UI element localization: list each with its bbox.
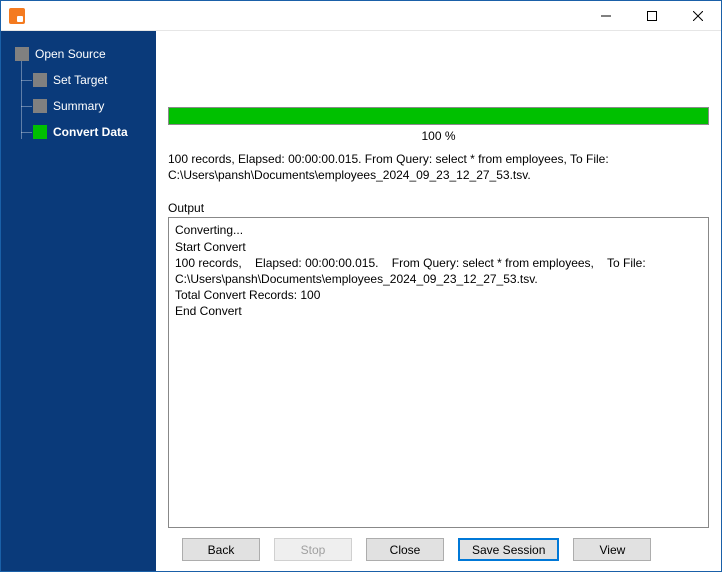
sidebar-item-label: Summary xyxy=(53,99,104,113)
sidebar-item-label: Open Source xyxy=(35,47,106,61)
maximize-button[interactable] xyxy=(629,1,675,31)
stop-button: Stop xyxy=(274,538,352,561)
sidebar-item-label: Set Target xyxy=(53,73,107,87)
close-button[interactable]: Close xyxy=(366,538,444,561)
button-row: Back Stop Close Save Session View xyxy=(168,528,709,563)
close-window-button[interactable] xyxy=(675,1,721,31)
step-marker-icon xyxy=(15,47,29,61)
body: Open Source Set Target Summa xyxy=(1,31,721,571)
minimize-button[interactable] xyxy=(583,1,629,31)
summary-text: 100 records, Elapsed: 00:00:00.015. From… xyxy=(168,151,709,183)
main-panel: 100 % 100 records, Elapsed: 00:00:00.015… xyxy=(156,31,721,571)
step-marker-icon xyxy=(33,99,47,113)
progress-zone: 100 % xyxy=(168,43,709,143)
output-box xyxy=(168,217,709,528)
output-textarea[interactable] xyxy=(169,218,708,527)
step-marker-icon xyxy=(33,73,47,87)
progress-bar xyxy=(168,107,709,125)
sidebar-item-summary[interactable]: Summary xyxy=(1,93,156,119)
view-button[interactable]: View xyxy=(573,538,651,561)
sidebar-item-label: Convert Data xyxy=(53,125,128,139)
sidebar-item-convert-data[interactable]: Convert Data xyxy=(1,119,156,145)
app-icon xyxy=(9,8,25,24)
sidebar-item-set-target[interactable]: Set Target xyxy=(1,67,156,93)
sidebar: Open Source Set Target Summa xyxy=(1,31,156,571)
app-window: Open Source Set Target Summa xyxy=(0,0,722,572)
titlebar xyxy=(1,1,721,31)
progress-percent-label: 100 % xyxy=(168,129,709,143)
sidebar-item-open-source[interactable]: Open Source xyxy=(1,41,156,67)
step-marker-active-icon xyxy=(33,125,47,139)
output-label: Output xyxy=(168,201,709,215)
save-session-button[interactable]: Save Session xyxy=(458,538,559,561)
back-button[interactable]: Back xyxy=(182,538,260,561)
